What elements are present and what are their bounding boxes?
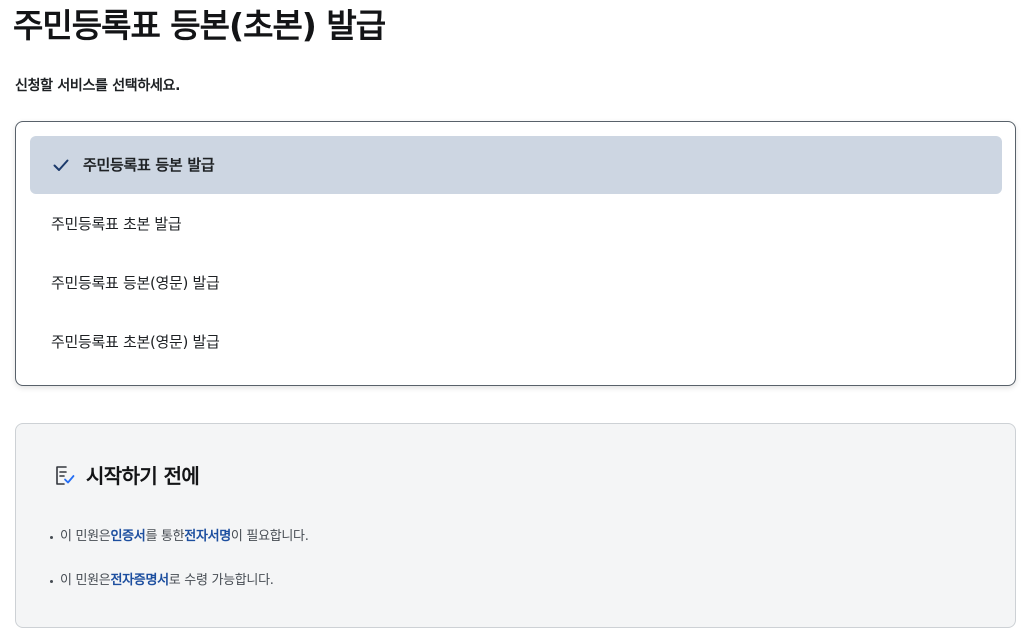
notice-highlight: 전자증명서	[110, 573, 169, 588]
notice-item: 이 민원은 전자증명서 로 수령 가능합니다.	[50, 572, 274, 590]
notice-text: 이 필요합니다.	[230, 529, 309, 544]
service-option-resident-abstract[interactable]: 주민등록표 초본 발급	[30, 195, 1002, 253]
service-option-label: 주민등록표 초본(영문) 발급	[51, 333, 220, 351]
notice-title: 시작하기 전에	[86, 464, 200, 488]
bullet-dot	[50, 579, 53, 583]
notice-highlight: 전자서명	[184, 529, 231, 544]
page-title: 주민등록표 등본(초본) 발급	[13, 6, 386, 45]
notice-text: 이 민원은	[60, 529, 111, 544]
notice-header: 시작하기 전에	[52, 464, 200, 488]
instruction-text: 신청할 서비스를 선택하세요.	[15, 78, 181, 94]
service-option-label: 주민등록표 등본(영문) 발급	[51, 274, 220, 292]
notice-text: 를 통한	[145, 529, 185, 544]
service-option-resident-copy-english[interactable]: 주민등록표 등본(영문) 발급	[30, 254, 1002, 312]
notice-text: 로 수령 가능합니다.	[168, 573, 274, 588]
service-option-resident-copy[interactable]: 주민등록표 등본 발급	[30, 136, 1002, 194]
page: 주민등록표 등본(초본) 발급 신청할 서비스를 선택하세요. 주민등록표 등본…	[0, 0, 1024, 639]
check-icon	[53, 159, 69, 171]
service-option-label: 주민등록표 초본 발급	[51, 215, 182, 233]
notice-highlight: 인증서	[110, 529, 146, 544]
document-check-icon	[56, 466, 75, 485]
service-select-box: 주민등록표 등본 발급 주민등록표 초본 발급 주민등록표 등본(영문) 발급 …	[15, 121, 1016, 386]
bullet-dot	[50, 535, 53, 539]
service-option-resident-abstract-english[interactable]: 주민등록표 초본(영문) 발급	[30, 313, 1002, 371]
service-option-label: 주민등록표 등본 발급	[83, 156, 215, 174]
notice-text: 이 민원은	[60, 573, 111, 588]
notice-item: 이 민원은 인증서 를 통한 전자서명 이 필요합니다.	[50, 528, 309, 546]
before-start-notice: 시작하기 전에 이 민원은 인증서 를 통한 전자서명 이 필요합니다. 이 민…	[15, 423, 1016, 628]
